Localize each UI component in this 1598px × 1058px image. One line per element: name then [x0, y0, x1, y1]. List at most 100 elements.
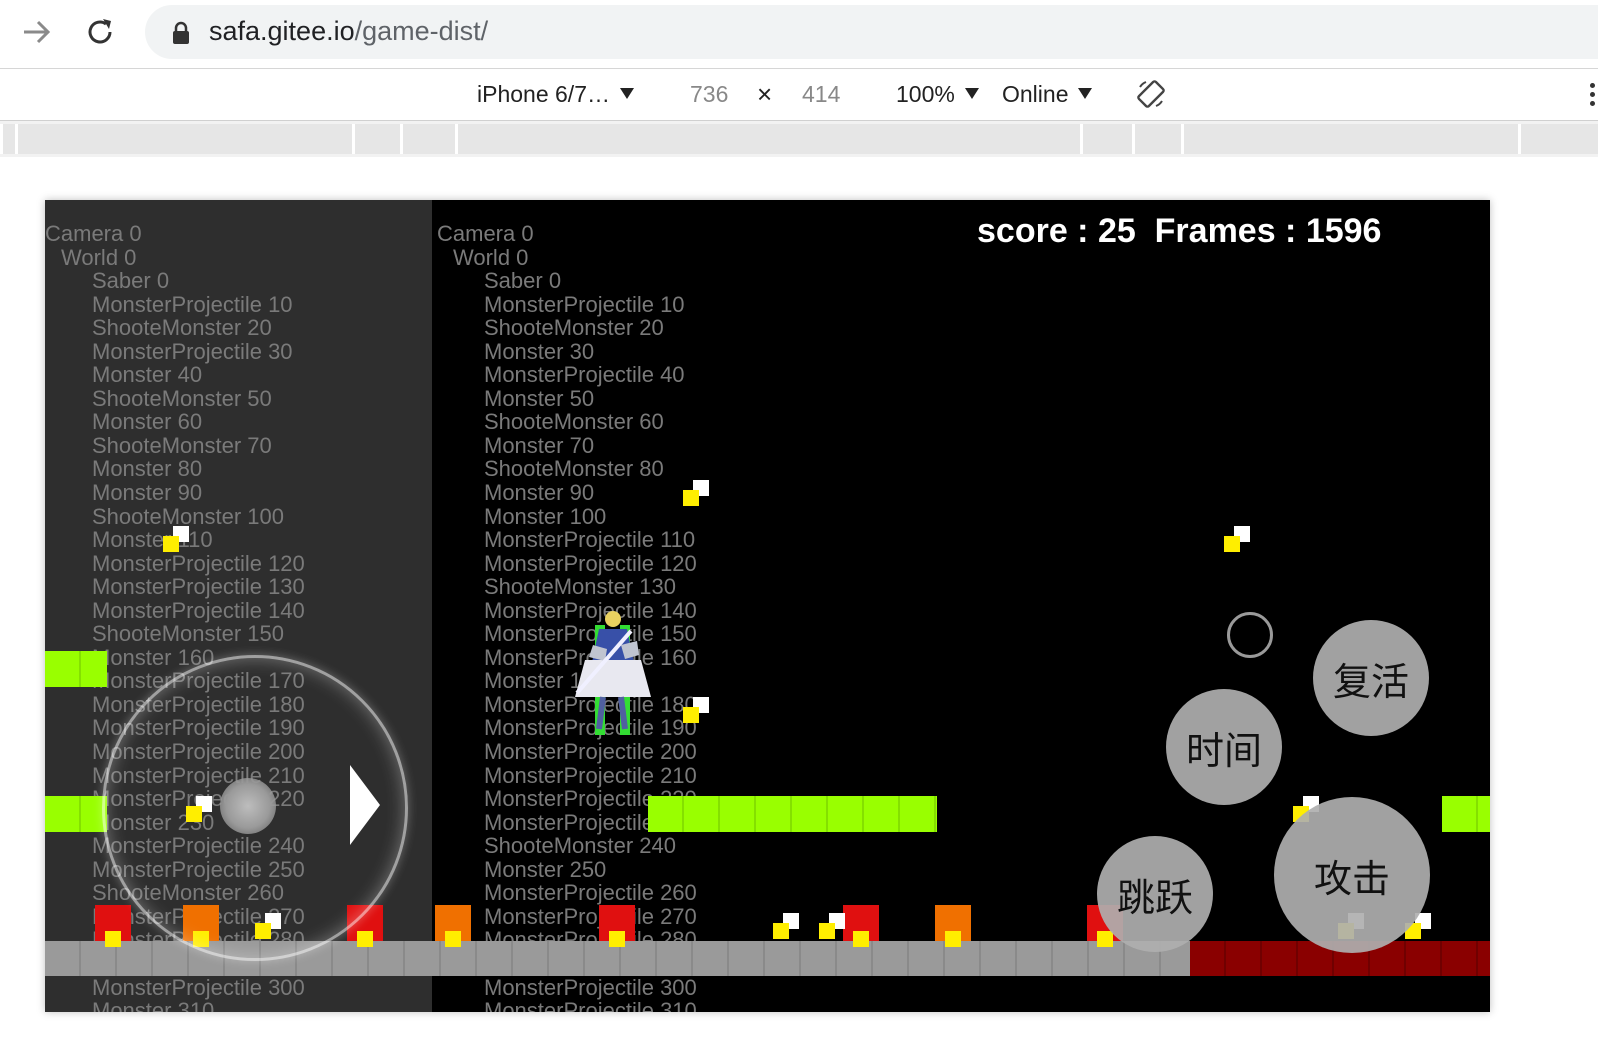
projectile [105, 931, 121, 947]
debug-node: MonsterProjectile 200 [484, 739, 697, 765]
debug-node: Monster 40 [92, 362, 203, 388]
debug-node: ShooteMonster 100 [92, 503, 285, 529]
green-platform [45, 796, 107, 832]
debug-node: Monster 80 [92, 456, 203, 482]
url-field[interactable]: safa.gitee.io/game-dist/ [145, 5, 1598, 59]
ruler-segment[interactable] [1181, 124, 1519, 154]
zoom-select[interactable]: 100% [896, 81, 979, 108]
ruler-segment[interactable] [1518, 124, 1598, 154]
debug-node: Camera 0 [437, 221, 534, 246]
attack-button[interactable]: 攻击 [1274, 797, 1430, 953]
ruler-segment[interactable] [1132, 124, 1182, 154]
debug-node: MonsterProjectile 270 [484, 903, 697, 929]
debug-node: MonsterProjectile 10 [484, 291, 685, 317]
media-query-ruler [0, 121, 1598, 157]
debug-node: ShooteMonster 70 [92, 432, 272, 458]
debug-node: ShooteMonster 60 [484, 409, 664, 435]
monster-projectile [683, 480, 709, 506]
height-field[interactable]: 414 [802, 81, 840, 108]
ruler-segment[interactable] [352, 124, 400, 154]
device-toolbar: iPhone 6/7… 736 × 414 100% Online [0, 69, 1598, 121]
debug-node: MonsterProjectile 140 [92, 597, 305, 623]
debug-node: Monster 310 [92, 998, 215, 1012]
debug-node: Saber 0 [92, 268, 170, 294]
projectile [853, 931, 869, 947]
debug-node: MonsterProjectile 120 [92, 550, 305, 576]
lock-icon [171, 21, 193, 45]
dimension-separator: × [757, 79, 773, 109]
rotate-icon[interactable] [1136, 79, 1166, 115]
url-domain: safa.gitee.io [209, 16, 355, 46]
monster-projectile [1224, 526, 1250, 552]
zoom-value: 100% [896, 81, 955, 107]
revive-button[interactable]: 复活 [1313, 620, 1429, 736]
projectile [445, 931, 461, 947]
monster-projectile [683, 697, 709, 723]
green-platform [45, 651, 107, 687]
debug-node: MonsterProjectile 120 [484, 550, 697, 576]
caret-down-icon [1078, 88, 1093, 100]
debug-node: Monster 60 [92, 409, 203, 435]
debug-node: Monster 70 [484, 432, 595, 458]
monster-projectile [163, 526, 189, 552]
debug-node: Monster 30 [484, 338, 595, 364]
debug-node: World 0 [61, 244, 137, 270]
network-value: Online [1002, 81, 1069, 107]
joystick-knob[interactable] [220, 778, 276, 834]
score-frames-readout: score : 25 Frames : 1596 [977, 212, 1382, 250]
debug-node: MonsterProjectile 210 [484, 762, 697, 788]
url-path: /game-dist/ [354, 16, 489, 46]
debug-node: Monster 250 [484, 856, 607, 882]
network-select[interactable]: Online [1002, 81, 1093, 108]
monster-projectile [819, 913, 845, 939]
saber-player [565, 605, 660, 735]
debug-node: MonsterProjectile 310 [484, 998, 697, 1012]
width-field[interactable]: 736 [690, 81, 728, 108]
ruler-segment[interactable] [1080, 124, 1133, 154]
debug-node: MonsterProjectile 10 [92, 291, 293, 317]
debug-node: ShooteMonster 150 [92, 621, 285, 647]
debug-node: ShooteMonster 240 [484, 833, 677, 859]
debug-node: MonsterProjectile 260 [484, 880, 697, 906]
debug-node: ShooteMonster 20 [92, 315, 272, 341]
debug-node: Monster 100 [484, 503, 607, 529]
right-arrow-icon [350, 765, 380, 845]
debug-node: ShooteMonster 20 [484, 315, 664, 341]
url-text: safa.gitee.io/game-dist/ [209, 16, 488, 47]
device-select[interactable]: iPhone 6/7… [477, 81, 634, 108]
debug-node: MonsterProjectile 40 [484, 362, 685, 388]
debug-node: World 0 [453, 244, 529, 270]
time-button[interactable]: 时间 [1166, 689, 1282, 805]
ruler-segment[interactable] [400, 124, 456, 154]
ruler-segment[interactable] [455, 124, 1081, 154]
game-canvas[interactable]: Camera 0 World 0 Saber 0 MonsterProjectile … [45, 200, 1490, 1012]
debug-node: MonsterProjectile 300 [92, 974, 305, 1000]
jump-button[interactable]: 跳跃 [1097, 836, 1213, 952]
debug-node: ShooteMonster 50 [92, 385, 272, 411]
browser-address-bar: safa.gitee.io/game-dist/ [0, 0, 1598, 69]
debug-node: Monster 90 [484, 480, 595, 506]
debug-node: ShooteMonster 130 [484, 574, 677, 600]
more-options-icon[interactable] [1590, 83, 1598, 109]
device-name: iPhone 6/7… [477, 81, 610, 107]
projectile [945, 931, 961, 947]
debug-node: Camera 0 [45, 221, 142, 246]
debug-node: MonsterProjectile 30 [92, 338, 293, 364]
projectile [609, 931, 625, 947]
debug-node: MonsterProjectile 110 [484, 527, 696, 553]
debug-node: ShooteMonster 80 [484, 456, 664, 482]
reload-icon[interactable] [80, 12, 120, 52]
debug-node: Monster 90 [92, 480, 203, 506]
debug-node: Saber 0 [484, 268, 562, 294]
ruler-segment[interactable] [15, 124, 353, 154]
projectile [357, 931, 373, 947]
caret-down-icon [964, 88, 979, 100]
debug-node: MonsterProjectile 130 [92, 574, 305, 600]
forward-arrow-icon[interactable] [17, 12, 57, 52]
target-ring-icon [1227, 612, 1273, 658]
green-platform [1442, 796, 1490, 832]
projectile [1097, 931, 1113, 947]
monster-projectile [773, 913, 799, 939]
ruler-segment[interactable] [0, 124, 15, 154]
caret-down-icon [619, 88, 634, 100]
